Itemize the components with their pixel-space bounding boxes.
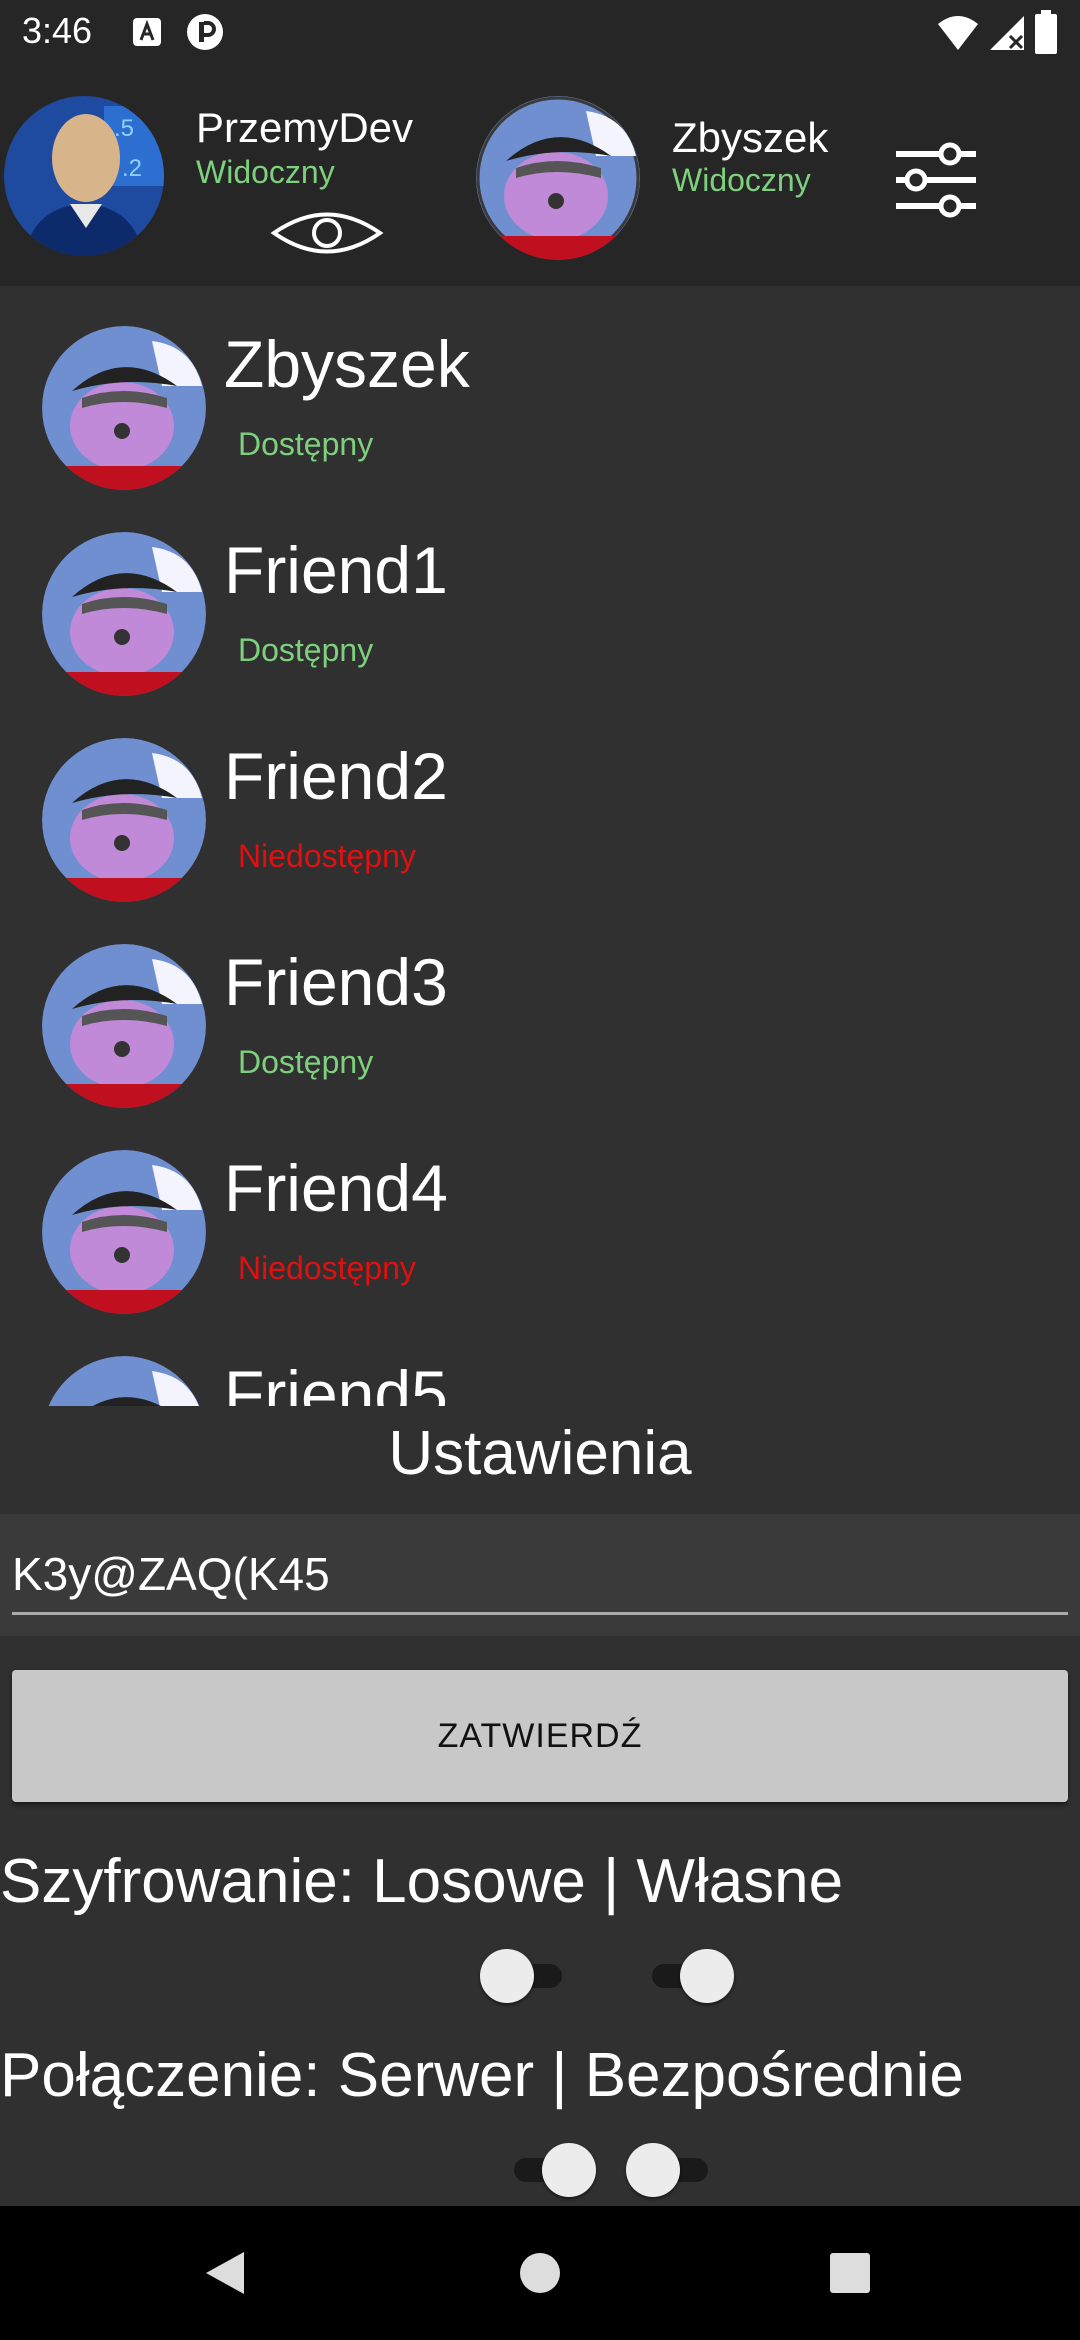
confirm-button[interactable]: ZATWIERDŹ [12,1670,1068,1802]
recents-icon[interactable] [790,2206,910,2340]
eye-icon[interactable] [270,206,384,260]
svg-text:.2: .2 [122,155,142,182]
chat-header: .5 .2 PrzemyDev Widoczny Zbyszek Widoczn… [0,68,1080,286]
friend-name: Friend3 [224,945,448,1019]
signal-icon [990,16,1024,50]
peer-status: Widoczny [672,162,811,198]
friend-item[interactable]: Friend5 [0,1316,1080,1406]
connection-server-switch[interactable] [504,2140,596,2200]
friend-status: Niedostępny [238,1250,416,1286]
encryption-custom-switch[interactable] [642,1946,734,2006]
friend-item[interactable]: Friend3 Dostępny [0,904,1080,1110]
friend-item[interactable]: Friend1 Dostępny [0,492,1080,698]
status-bar: 3:46 [0,0,1080,68]
peer-name: Zbyszek [672,114,829,161]
switch-thumb [626,2143,680,2197]
my-avatar[interactable]: .5 .2 [4,96,164,256]
my-status: Widoczny [196,154,335,190]
friend-status: Dostępny [238,1044,374,1080]
encryption-label: Szyfrowanie: Losowe | Własne [0,1847,844,1916]
sliders-icon[interactable] [892,140,976,220]
friend-name: Friend2 [224,739,448,813]
peer-avatar[interactable] [476,96,640,260]
friend-name: Friend5 [224,1357,448,1406]
friends-list[interactable]: Zbyszek Dostępny Friend1 Dostępny Friend… [0,286,1080,1406]
battery-icon [1035,10,1057,54]
my-name: PrzemyDev [196,104,414,151]
a-notification-icon [133,18,161,46]
encryption-key-input[interactable] [12,1536,1068,1615]
home-icon[interactable] [480,2206,600,2340]
friend-avatar [42,1150,206,1314]
friend-status: Dostępny [238,632,374,668]
friend-name: Friend1 [224,533,448,607]
settings-title: Ustawienia [388,1419,692,1488]
encryption-random-switch[interactable] [480,1946,572,2006]
friend-avatar [42,738,206,902]
friend-avatar [42,326,206,490]
switch-thumb [680,1949,734,2003]
key-field-container [0,1514,1080,1636]
friend-avatar [42,944,206,1108]
svg-text:.5: .5 [114,115,134,142]
navigation-bar [0,2206,1080,2340]
friend-name: Zbyszek [224,327,470,401]
friend-item[interactable]: Zbyszek Dostępny [0,286,1080,492]
friend-item[interactable]: Friend2 Niedostępny [0,698,1080,904]
p-notification-icon [187,14,223,50]
friend-item[interactable]: Friend4 Niedostępny [0,1110,1080,1316]
switch-thumb [480,1949,534,2003]
friend-name: Friend4 [224,1151,448,1225]
connection-label: Połączenie: Serwer | Bezpośrednie [0,2041,964,2110]
friend-status: Dostępny [238,426,374,462]
friend-avatar [42,1356,206,1406]
friend-avatar [42,532,206,696]
back-icon[interactable] [166,2206,286,2340]
switch-thumb [542,2143,596,2197]
friend-status: Niedostępny [238,838,416,874]
connection-direct-switch[interactable] [626,2140,718,2200]
status-time: 3:46 [22,10,93,51]
wifi-icon [938,16,978,50]
